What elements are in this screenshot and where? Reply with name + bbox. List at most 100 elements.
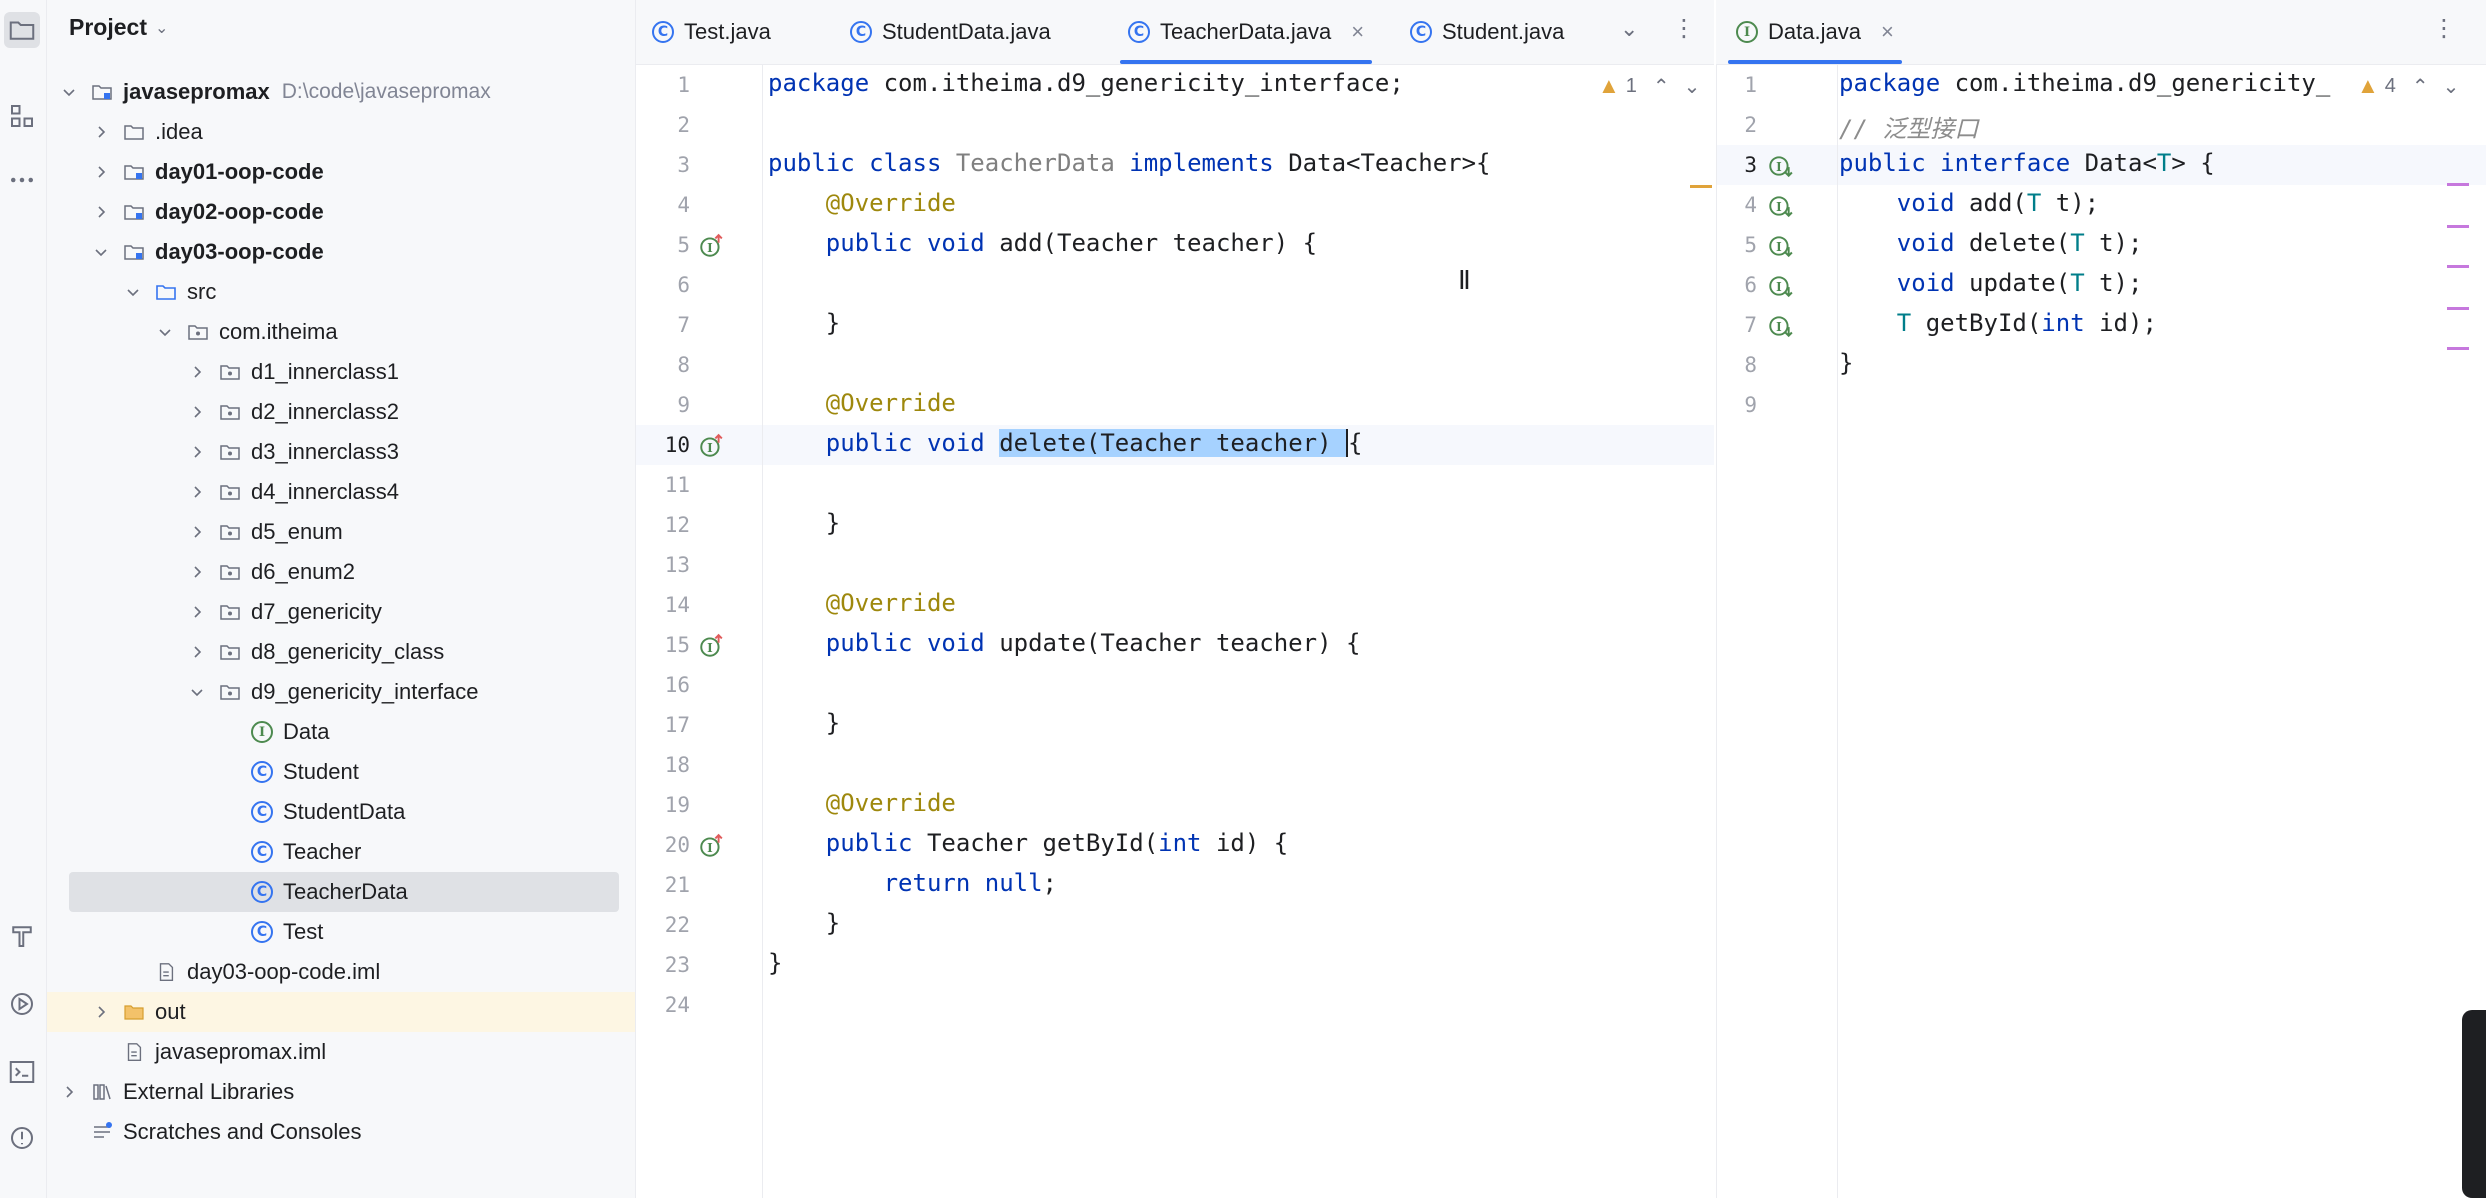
code-line[interactable]: package com.itheima.d9_genericity_ bbox=[1839, 69, 2330, 97]
tree-item-data[interactable]: I Data bbox=[47, 712, 635, 752]
usage-stripe[interactable] bbox=[2447, 183, 2469, 186]
project-folder-icon[interactable] bbox=[4, 12, 40, 48]
floating-side-widget[interactable] bbox=[2462, 1010, 2486, 1198]
editor-teacherdata[interactable]: 1 2 3 4 5 6 7 8 9 10 11 12 13 14 15 16 17 18 19 20 21 22 23 24 I… bbox=[636, 65, 1714, 1198]
usage-stripe[interactable] bbox=[2447, 265, 2469, 268]
code-line[interactable]: public void delete(Teacher teacher) { bbox=[768, 429, 1363, 457]
project-panel-header[interactable]: Project ⌄ bbox=[69, 14, 168, 41]
usage-stripe[interactable] bbox=[2447, 347, 2469, 350]
tree-item-d6-enum2[interactable]: d6_enum2 bbox=[47, 552, 635, 592]
code-line[interactable]: } bbox=[1839, 349, 1853, 377]
chevron-right-icon[interactable] bbox=[185, 480, 209, 504]
code-line[interactable]: } bbox=[768, 909, 840, 937]
chevron-right-icon[interactable] bbox=[89, 120, 113, 144]
tree-item-javasepromax[interactable]: javasepromax D:\code\javasepromax bbox=[47, 72, 635, 112]
tree-item-day02-oop-code[interactable]: day02-oop-code bbox=[47, 192, 635, 232]
chevron-right-icon[interactable] bbox=[185, 600, 209, 624]
code-line[interactable]: void update(T t); bbox=[1839, 269, 2143, 297]
chevron-right-icon[interactable] bbox=[185, 520, 209, 544]
tree-item-d3-innerclass3[interactable]: d3_innerclass3 bbox=[47, 432, 635, 472]
tree-item-studentdata[interactable]: C StudentData bbox=[47, 792, 635, 832]
tree-item-teacher[interactable]: C Teacher bbox=[47, 832, 635, 872]
code-line[interactable]: } bbox=[768, 949, 782, 977]
chevron-up-icon[interactable]: ⌃ bbox=[2412, 74, 2429, 99]
tree-item-test[interactable]: C Test bbox=[47, 912, 635, 952]
tree-item-d8-genericity-class[interactable]: d8_genericity_class bbox=[47, 632, 635, 672]
tree-item-d2-innerclass2[interactable]: d2_innerclass2 bbox=[47, 392, 635, 432]
implements-method-icon[interactable]: I bbox=[698, 233, 726, 261]
implemented-by-icon[interactable]: I bbox=[1767, 193, 1795, 221]
chevron-right-icon[interactable] bbox=[185, 360, 209, 384]
tree-item-scratches-and-consoles[interactable]: Scratches and Consoles bbox=[47, 1112, 635, 1152]
implements-method-icon[interactable]: I bbox=[698, 433, 726, 461]
tree-item-com-itheima[interactable]: com.itheima bbox=[47, 312, 635, 352]
code-line[interactable]: void delete(T t); bbox=[1839, 229, 2143, 257]
code-line[interactable]: // 泛型接口 bbox=[1839, 109, 1978, 144]
usage-stripe[interactable] bbox=[2447, 225, 2469, 228]
tree-item-d4-innerclass4[interactable]: d4_innerclass4 bbox=[47, 472, 635, 512]
tab-list-chevron-icon[interactable]: ⌄ bbox=[1620, 16, 1638, 42]
chevron-right-icon[interactable] bbox=[89, 200, 113, 224]
tree-item-d5-enum[interactable]: d5_enum bbox=[47, 512, 635, 552]
build-hammer-icon[interactable] bbox=[4, 918, 40, 954]
tree-item-day03-oop-code-iml[interactable]: day03-oop-code.iml bbox=[47, 952, 635, 992]
usage-stripe[interactable] bbox=[2447, 307, 2469, 310]
tree-item-idea[interactable]: .idea bbox=[47, 112, 635, 152]
code-line[interactable]: public interface Data<T> { bbox=[1839, 149, 2215, 177]
code-line[interactable]: } bbox=[768, 709, 840, 737]
more-actions-icon[interactable]: ⋮ bbox=[2432, 14, 2456, 43]
implemented-by-icon[interactable]: I bbox=[1767, 273, 1795, 301]
tab-studentdata-java[interactable]: C StudentData.java bbox=[850, 0, 1051, 64]
structure-icon[interactable] bbox=[4, 98, 40, 134]
tree-item-javasepromax-iml[interactable]: javasepromax.iml bbox=[47, 1032, 635, 1072]
tree-item-external-libraries[interactable]: External Libraries bbox=[47, 1072, 635, 1112]
tree-item-d1-innerclass1[interactable]: d1_innerclass1 bbox=[47, 352, 635, 392]
implemented-by-icon[interactable]: I bbox=[1767, 313, 1795, 341]
warning-stripe[interactable] bbox=[1690, 185, 1712, 188]
code-line[interactable]: return null; bbox=[768, 869, 1057, 897]
code-line[interactable]: public Teacher getById(int id) { bbox=[768, 829, 1288, 857]
chevron-right-icon[interactable] bbox=[89, 1000, 113, 1024]
code-line[interactable]: package com.itheima.d9_genericity_interf… bbox=[768, 69, 1404, 97]
chevron-down-icon[interactable] bbox=[121, 280, 145, 304]
chevron-down-icon[interactable]: ⌄ bbox=[1684, 74, 1701, 99]
chevron-down-icon[interactable] bbox=[153, 320, 177, 344]
code-line[interactable]: @Override bbox=[768, 789, 956, 817]
code-line[interactable]: @Override bbox=[768, 389, 956, 417]
chevron-down-icon[interactable] bbox=[89, 240, 113, 264]
chevron-right-icon[interactable] bbox=[185, 640, 209, 664]
inspection-widget[interactable]: ▲ 1 ⌃ ⌄ bbox=[1598, 73, 1700, 99]
code-line[interactable]: public void update(Teacher teacher) { bbox=[768, 629, 1361, 657]
implemented-by-icon[interactable]: I bbox=[1767, 153, 1795, 181]
tab-test-java[interactable]: C Test.java bbox=[652, 0, 771, 64]
implements-method-icon[interactable]: I bbox=[698, 833, 726, 861]
tree-item-day01-oop-code[interactable]: day01-oop-code bbox=[47, 152, 635, 192]
chevron-right-icon[interactable] bbox=[185, 560, 209, 584]
problems-icon[interactable] bbox=[4, 1120, 40, 1156]
tree-item-student[interactable]: C Student bbox=[47, 752, 635, 792]
tab-data-java[interactable]: I Data.java × bbox=[1728, 0, 1902, 64]
tab-student-java[interactable]: C Student.java bbox=[1410, 0, 1564, 64]
close-icon[interactable]: × bbox=[1881, 19, 1894, 45]
chevron-down-icon[interactable] bbox=[57, 80, 81, 104]
implements-method-icon[interactable]: I bbox=[698, 633, 726, 661]
chevron-up-icon[interactable]: ⌃ bbox=[1653, 74, 1670, 99]
tree-item-d7-genericity[interactable]: d7_genericity bbox=[47, 592, 635, 632]
tree-item-d9-genericity-interface[interactable]: d9_genericity_interface bbox=[47, 672, 635, 712]
code-line[interactable]: public void add(Teacher teacher) { bbox=[768, 229, 1317, 257]
chevron-right-icon[interactable] bbox=[185, 400, 209, 424]
chevron-right-icon[interactable] bbox=[89, 160, 113, 184]
implemented-by-icon[interactable]: I bbox=[1767, 233, 1795, 261]
code-line[interactable]: @Override bbox=[768, 589, 956, 617]
inspection-widget[interactable]: ▲ 4 ⌃ ⌄ bbox=[2357, 73, 2459, 99]
tree-item-src[interactable]: src bbox=[47, 272, 635, 312]
chevron-right-icon[interactable] bbox=[57, 1080, 81, 1104]
code-line[interactable]: } bbox=[768, 309, 840, 337]
tab-teacherdata-java[interactable]: C TeacherData.java × bbox=[1119, 0, 1373, 64]
tree-item-teacherdata[interactable]: C TeacherData bbox=[69, 872, 619, 912]
code-line[interactable]: void add(T t); bbox=[1839, 189, 2099, 217]
tree-item-out[interactable]: out bbox=[47, 992, 635, 1032]
editor-data[interactable]: 1 2 3 4 5 6 7 8 9 I I I I I package com.itheima.d9_ge… bbox=[1716, 65, 2486, 1198]
chevron-down-icon[interactable]: ⌄ bbox=[2443, 74, 2460, 99]
code-line[interactable]: @Override bbox=[768, 189, 956, 217]
